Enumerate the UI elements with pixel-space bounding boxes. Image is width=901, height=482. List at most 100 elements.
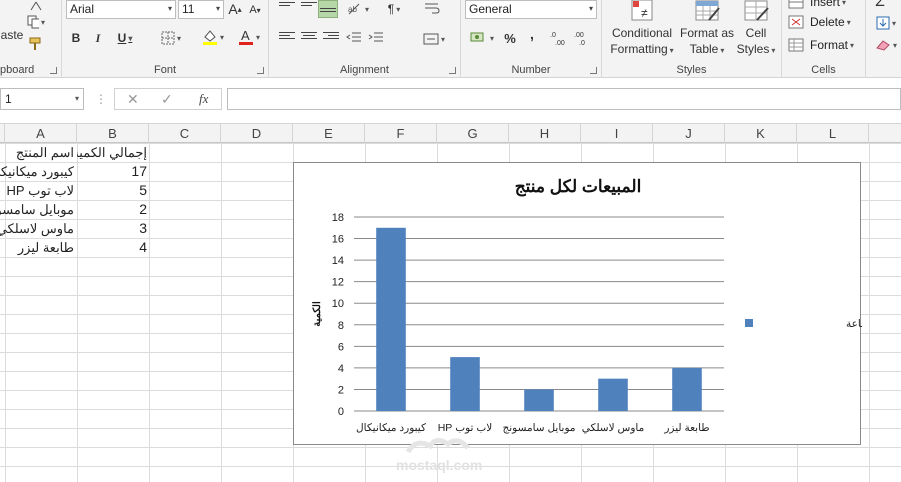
decrease-decimal-icon[interactable]: .00.0	[573, 28, 593, 48]
cell-a1[interactable]: اسم المنتج	[0, 143, 74, 162]
bottom-align-button[interactable]	[318, 0, 338, 18]
format-button[interactable]: Format ▾	[788, 37, 854, 53]
alignment-launcher-icon[interactable]	[449, 67, 456, 74]
cell-styles-line2: Styles ▾	[736, 42, 776, 56]
cell-b2[interactable]: 17	[77, 162, 147, 181]
middle-align-icon[interactable]	[301, 2, 317, 14]
column-header-g[interactable]: G	[437, 124, 509, 143]
cell-a3[interactable]: لاب توب HP	[0, 181, 74, 200]
cell-styles-button[interactable]: Cell Styles ▾	[734, 0, 778, 60]
formula-input[interactable]	[227, 88, 901, 110]
font-size-select[interactable]: 11 ▾	[178, 0, 224, 19]
column-header-b[interactable]: B	[77, 124, 149, 143]
increase-decimal-icon[interactable]: .0.00	[549, 28, 569, 48]
name-box[interactable]: 1 ▾	[0, 88, 84, 110]
align-center-icon[interactable]	[301, 32, 317, 44]
cell-b1[interactable]: إجمالي الكمية	[77, 143, 147, 162]
svg-text:.00: .00	[555, 40, 565, 47]
underline-button[interactable]: U ▾	[112, 29, 138, 47]
align-left-icon[interactable]	[279, 32, 295, 44]
svg-text:ab: ab	[348, 5, 357, 14]
paragraph-direction-button[interactable]: ¶ ▾	[381, 0, 407, 18]
y-tick-label: 14	[332, 255, 344, 267]
insert-function-icon[interactable]: fx	[199, 91, 208, 107]
column-header-a[interactable]: A	[5, 124, 77, 143]
fill-color-icon	[202, 30, 217, 45]
accounting-format-button[interactable]: ▾	[467, 28, 497, 48]
column-header-f[interactable]: F	[365, 124, 437, 143]
grow-font-button[interactable]: A ▴	[228, 0, 242, 18]
cell-a5[interactable]: ماوس لاسلكي	[0, 219, 74, 238]
number-format-select[interactable]: General ▾	[465, 0, 597, 19]
insert-button[interactable]: Insert ▾	[788, 0, 846, 10]
chart-canvas: المبيعات لكل منتج024681012141618الكميةكي…	[312, 177, 862, 434]
number-launcher-icon[interactable]	[590, 67, 597, 74]
top-align-icon[interactable]	[279, 2, 295, 14]
font-name-select[interactable]: Arial ▾	[66, 0, 176, 19]
clear-button[interactable]: ▾	[872, 36, 900, 54]
column-header-i[interactable]: I	[581, 124, 653, 143]
merge-center-button[interactable]: ▾	[419, 30, 449, 48]
y-tick-label: 4	[338, 363, 344, 375]
font-color-icon: A	[238, 28, 253, 45]
comma-style-button[interactable]: ,	[525, 24, 539, 44]
cell-a6[interactable]: طابعة ليزر	[0, 238, 74, 257]
format-as-table-icon	[695, 0, 720, 21]
decrease-indent-icon[interactable]	[345, 30, 363, 46]
font-color-button[interactable]: A ▾	[234, 27, 264, 47]
cell-a2[interactable]: كيبورد ميكانيكي	[0, 162, 74, 181]
bold-button[interactable]: B	[68, 29, 84, 47]
borders-button[interactable]: ▾	[156, 29, 186, 47]
column-header-h[interactable]: H	[509, 124, 581, 143]
chevron-down-icon: ▾	[588, 4, 593, 13]
format-painter-icon[interactable]	[27, 36, 45, 52]
column-header-d[interactable]: D	[221, 124, 293, 143]
italic-label: I	[95, 30, 101, 45]
italic-button[interactable]: I	[90, 29, 106, 47]
delete-button[interactable]: Delete ▾	[788, 14, 851, 30]
alignment-group-label: Alignment	[340, 64, 389, 76]
y-tick-label: 6	[338, 341, 344, 353]
font-launcher-icon[interactable]	[257, 67, 264, 74]
cancel-icon[interactable]: ✕	[127, 91, 139, 108]
chart-object[interactable]: المبيعات لكل منتج 0 2 4 6 8 10 12 14 16 18 الكمية كي…	[293, 162, 862, 445]
column-header-e[interactable]: E	[293, 124, 365, 143]
autosum-icon[interactable]: Σ	[870, 0, 890, 10]
cell-b5[interactable]: 3	[77, 219, 147, 238]
format-label: Format	[810, 38, 849, 52]
copy-icon[interactable]: ▾	[27, 14, 45, 30]
alignment-group: ab ▾ ¶ ▾ ▾ Alignment	[269, 0, 461, 78]
cell-b3[interactable]: 5	[77, 181, 147, 200]
paste-button[interactable]: aste	[0, 26, 24, 44]
watermark-text: mostaql.com	[396, 457, 482, 473]
column-header-l[interactable]: L	[797, 124, 869, 143]
cut-icon[interactable]	[27, 0, 45, 12]
y-tick-label: 12	[332, 277, 344, 289]
cell-a4[interactable]: موبايل سامسونج	[0, 200, 74, 219]
align-right-icon[interactable]	[323, 32, 339, 44]
cell-styles-line2-text: Styles	[736, 42, 770, 56]
column-header-j[interactable]: J	[653, 124, 725, 143]
fill-button[interactable]: ▾	[872, 14, 900, 32]
cell-b6[interactable]: 4	[77, 238, 147, 257]
enter-icon[interactable]: ✓	[161, 91, 173, 108]
delete-label: Delete	[810, 15, 845, 29]
chevron-down-icon: ▾	[74, 94, 79, 103]
clipboard-launcher-icon[interactable]	[50, 67, 57, 74]
shrink-font-button[interactable]: A ▾	[248, 1, 262, 19]
cell-b4[interactable]: 2	[77, 200, 147, 219]
format-as-table-line2: Table ▾	[689, 42, 725, 56]
wrap-text-button[interactable]	[421, 0, 443, 18]
format-as-table-button[interactable]: Format as Table ▾	[678, 0, 736, 60]
column-header-c[interactable]: C	[149, 124, 221, 143]
percent-style-button[interactable]: %	[501, 28, 519, 48]
fill-color-button[interactable]: ▾	[198, 27, 228, 47]
increase-indent-icon[interactable]	[367, 30, 385, 46]
orientation-button[interactable]: ab ▾	[345, 0, 371, 18]
editing-group: Σ ▾ ▾	[866, 0, 901, 78]
legend-label: إجمالي الكمية المباعة	[846, 318, 862, 330]
column-header-k[interactable]: K	[725, 124, 797, 143]
paste-label: aste	[0, 28, 24, 42]
conditional-formatting-button[interactable]: ≠ Conditional Formatting ▾	[606, 0, 678, 60]
conditional-formatting-icon: ≠	[631, 0, 653, 21]
